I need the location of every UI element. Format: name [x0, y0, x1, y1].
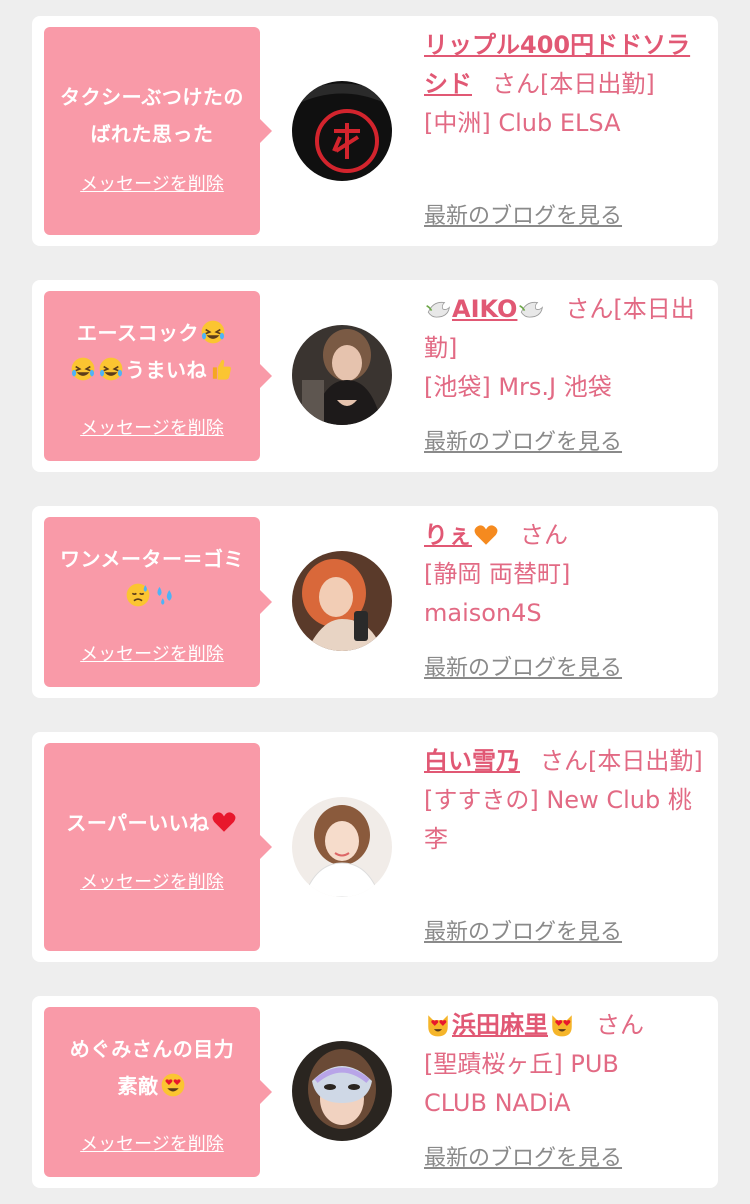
- latest-blog-link[interactable]: 最新のブログを見る: [424, 1144, 622, 1174]
- cast-name-link[interactable]: りぇ: [424, 521, 500, 549]
- cast-name-text: りぇ: [424, 521, 472, 549]
- cast-suffix: さん[本日出勤]: [540, 747, 703, 775]
- cast-suffix: さん[本日出勤]: [492, 70, 655, 98]
- cast-suffix: さん: [596, 1011, 644, 1039]
- message-card: ワンメーター＝ゴミ メッセージを削除 りぇ さん [静岡 両替町] maison4…: [32, 506, 718, 698]
- avatar[interactable]: [292, 325, 392, 425]
- latest-blog-link[interactable]: 最新のブログを見る: [424, 202, 622, 232]
- message-text-part: ワンメーター＝ゴミ: [60, 547, 244, 571]
- message-text-part: スーパーいいね: [66, 811, 210, 835]
- message-text: ワンメーター＝ゴミ: [54, 541, 250, 615]
- message-bubble: めぐみさんの目力素敵 メッセージを削除: [44, 1007, 272, 1177]
- shop-name: [静岡 両替町] maison4S: [424, 560, 571, 627]
- avatar[interactable]: [292, 797, 392, 897]
- avatar[interactable]: [292, 551, 392, 651]
- cast-name-text: AIKO: [452, 295, 518, 323]
- cast-info: 白い雪乃 さん[本日出勤] [すすきの] New Club 桃李: [424, 742, 704, 859]
- message-bubble: ワンメーター＝ゴミ メッセージを削除: [44, 517, 272, 687]
- message-bubble: スーパーいいね メッセージを削除: [44, 743, 272, 951]
- cast-info: 浜田麻里 さん [聖蹟桜ヶ丘] PUB CLUB NADiA: [424, 1006, 704, 1123]
- rofl-emoji-icon: [70, 356, 96, 382]
- thumbs-up-emoji-icon: [208, 356, 234, 382]
- latest-blog-link[interactable]: 最新のブログを見る: [424, 918, 622, 948]
- rofl-emoji-icon: [98, 356, 124, 382]
- message-card: エースコックうまいね メッセージを削除 AIKO さん[本日出勤] [池袋] Mr…: [32, 280, 718, 472]
- heart-eyes-cat-emoji-icon: [549, 1012, 575, 1038]
- shop-name: [中洲] Club ELSA: [424, 109, 621, 137]
- downcast-sweat-emoji-icon: [125, 582, 151, 608]
- cast-name-text: 浜田麻里: [452, 1011, 548, 1039]
- rofl-emoji-icon: [200, 319, 226, 345]
- orange-heart-emoji-icon: [473, 522, 499, 548]
- delete-message-link[interactable]: メッセージを削除: [44, 871, 260, 895]
- cast-info: りぇ さん [静岡 両替町] maison4S: [424, 516, 704, 633]
- message-text: エースコックうまいね: [54, 315, 250, 389]
- cast-suffix: さん: [520, 521, 568, 549]
- cast-name-link[interactable]: 白い雪乃: [424, 747, 520, 775]
- cast-info: AIKO さん[本日出勤] [池袋] Mrs.J 池袋: [424, 290, 704, 407]
- message-text-part: めぐみさんの目力素敵: [69, 1037, 235, 1098]
- heart-eyes-emoji-icon: [160, 1072, 186, 1098]
- avatar[interactable]: [292, 1041, 392, 1141]
- message-bubble: タクシーぶつけたのばれた思った メッセージを削除: [44, 27, 272, 235]
- message-text-part: うまいね: [125, 358, 207, 382]
- sweat-droplets-emoji-icon: [153, 582, 179, 608]
- latest-blog-link[interactable]: 最新のブログを見る: [424, 428, 622, 458]
- delete-message-link[interactable]: メッセージを削除: [44, 643, 260, 667]
- message-card: タクシーぶつけたのばれた思った メッセージを削除 リップル400円ドドソラシドさ…: [32, 16, 718, 246]
- message-card: めぐみさんの目力素敵 メッセージを削除 浜田麻里 さん [聖蹟桜ヶ丘] PUB C…: [32, 996, 718, 1188]
- message-text: タクシーぶつけたのばれた思った: [60, 85, 244, 146]
- message-text: めぐみさんの目力素敵: [64, 1031, 240, 1105]
- shop-name: [聖蹟桜ヶ丘] PUB CLUB NADiA: [424, 1050, 619, 1117]
- cast-name-link[interactable]: 浜田麻里: [424, 1011, 576, 1039]
- dove-emoji-icon: [518, 296, 544, 322]
- cast-info: リップル400円ドドソラシド さん[本日出勤] [中洲] Club ELSA: [424, 26, 704, 143]
- delete-message-link[interactable]: メッセージを削除: [44, 1133, 260, 1157]
- message-text: スーパーいいね: [54, 805, 250, 842]
- message-card: スーパーいいね メッセージを削除 白い雪乃 さん[本日出勤] [すすきの] New…: [32, 732, 718, 962]
- dove-emoji-icon: [425, 296, 451, 322]
- shop-name: [池袋] Mrs.J 池袋: [424, 373, 612, 401]
- latest-blog-link[interactable]: 最新のブログを見る: [424, 654, 622, 684]
- red-heart-emoji-icon: [211, 809, 237, 835]
- avatar[interactable]: [292, 81, 392, 181]
- cast-name-link[interactable]: AIKO: [424, 295, 545, 323]
- shop-name: [すすきの] New Club 桃李: [424, 786, 692, 853]
- heart-eyes-cat-emoji-icon: [425, 1012, 451, 1038]
- message-bubble: エースコックうまいね メッセージを削除: [44, 291, 272, 461]
- delete-message-link[interactable]: メッセージを削除: [44, 173, 260, 197]
- message-text-part: エースコック: [77, 321, 199, 345]
- delete-message-link[interactable]: メッセージを削除: [44, 417, 260, 441]
